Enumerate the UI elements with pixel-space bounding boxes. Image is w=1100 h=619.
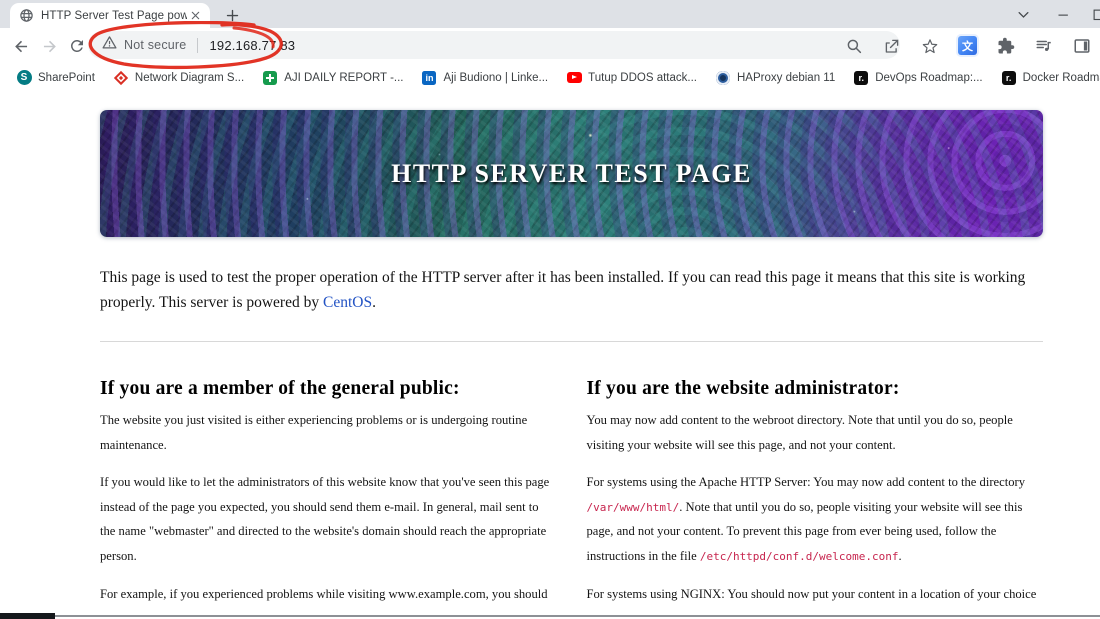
centos-link[interactable]: CentOS xyxy=(323,294,372,311)
intro-period: . xyxy=(372,294,376,312)
address-divider xyxy=(197,37,199,53)
tab-title: HTTP Server Test Page powered xyxy=(41,9,187,22)
bookmark-docker-roadmap[interactable]: r. Docker Roadmap -... xyxy=(992,66,1100,90)
forward-icon[interactable] xyxy=(38,35,60,57)
bookmark-linkedin[interactable]: in Aji Budiono | Linke... xyxy=(412,66,557,90)
bottom-line xyxy=(55,615,1100,617)
page-title: HTTP SERVER TEST PAGE xyxy=(391,158,752,188)
new-tab-button[interactable] xyxy=(220,5,244,26)
side-panel-icon[interactable] xyxy=(1071,35,1092,56)
linkedin-icon: in xyxy=(421,70,437,86)
welcome-conf-code: /etc/httpd/conf.d/welcome.conf xyxy=(699,549,899,563)
public-column: If you are a member of the general publi… xyxy=(100,348,557,619)
extensions-puzzle-icon[interactable] xyxy=(995,35,1016,56)
url-text[interactable]: 192.168.77.83 xyxy=(209,38,295,53)
taskbar-sliver xyxy=(0,613,55,619)
public-paragraph-2: If you would like to let the administrat… xyxy=(100,475,550,563)
webroot-path-code: /var/www/html/ xyxy=(586,500,680,514)
public-heading: If you are a member of the general publi… xyxy=(100,378,460,400)
tab-close-icon[interactable] xyxy=(187,8,203,24)
bookmark-devops-roadmap[interactable]: r. DevOps Roadmap:... xyxy=(844,66,991,90)
browser-window: HTTP Server Test Page powered xyxy=(0,0,1100,619)
public-paragraph-1: The website you just visited is either e… xyxy=(100,413,528,452)
haproxy-icon xyxy=(715,70,731,86)
diagram-diamond-icon xyxy=(113,70,129,86)
intro-text: This page is used to test the proper ope… xyxy=(100,269,1026,312)
bookmark-haproxy[interactable]: HAProxy debian 11 xyxy=(706,66,844,90)
not-secure-warning-icon[interactable] xyxy=(102,35,117,55)
bookmark-youtube-ddos[interactable]: Tutup DDOS attack... xyxy=(557,66,706,90)
bookmark-network-diagram[interactable]: Network Diagram S... xyxy=(104,66,253,90)
admin-paragraph-2: For systems using the Apache HTTP Server… xyxy=(587,470,1044,568)
back-icon[interactable] xyxy=(10,35,32,57)
google-translate-icon[interactable]: 文 xyxy=(957,35,978,56)
bookmark-star-icon[interactable] xyxy=(919,35,940,56)
sharepoint-icon: S xyxy=(16,70,32,86)
admin-column: If you are the website administrator: Yo… xyxy=(587,348,1044,619)
intro-paragraph: This page is used to test the proper ope… xyxy=(100,265,1043,315)
bookmark-daily-report[interactable]: AJI DAILY REPORT -... xyxy=(253,66,412,90)
roadmap-icon: r. xyxy=(853,70,869,86)
browser-toolbar: Not secure 192.168.77.83 文 xyxy=(0,28,1100,63)
tab-strip: HTTP Server Test Page powered xyxy=(0,0,1100,28)
search-icon[interactable] xyxy=(843,35,864,56)
bookmarks-bar: S SharePoint Network Diagram S... AJI DA… xyxy=(0,63,1100,92)
playlist-queue-icon[interactable] xyxy=(1033,35,1054,56)
maximize-button[interactable] xyxy=(1088,0,1100,28)
globe-favicon-icon xyxy=(19,8,34,23)
security-label[interactable]: Not secure xyxy=(124,38,186,52)
bookmark-sharepoint[interactable]: S SharePoint xyxy=(7,66,104,90)
tab-search-chevron-icon[interactable] xyxy=(1008,0,1038,28)
minimize-button[interactable] xyxy=(1048,0,1078,28)
share-icon[interactable] xyxy=(881,35,902,56)
admin-heading: If you are the website administrator: xyxy=(586,378,900,400)
apache-text-3: . xyxy=(898,548,902,563)
apache-text-1: For systems using the Apache HTTP Server… xyxy=(586,475,1026,490)
page-content: HTTP SERVER TEST PAGE This page is used … xyxy=(0,92,1100,619)
address-bar[interactable]: Not secure 192.168.77.83 xyxy=(88,31,900,59)
admin-paragraph-1: You may now add content to the webroot d… xyxy=(586,413,1013,452)
screen-bottom-edge xyxy=(0,613,1100,619)
divider-rule xyxy=(100,341,1043,343)
browser-tab[interactable]: HTTP Server Test Page powered xyxy=(10,3,210,28)
roadmap-icon: r. xyxy=(1001,70,1017,86)
hero-banner: HTTP SERVER TEST PAGE xyxy=(100,110,1043,237)
reload-icon[interactable] xyxy=(66,35,88,57)
youtube-icon xyxy=(566,70,582,86)
google-sheets-icon xyxy=(262,70,278,86)
